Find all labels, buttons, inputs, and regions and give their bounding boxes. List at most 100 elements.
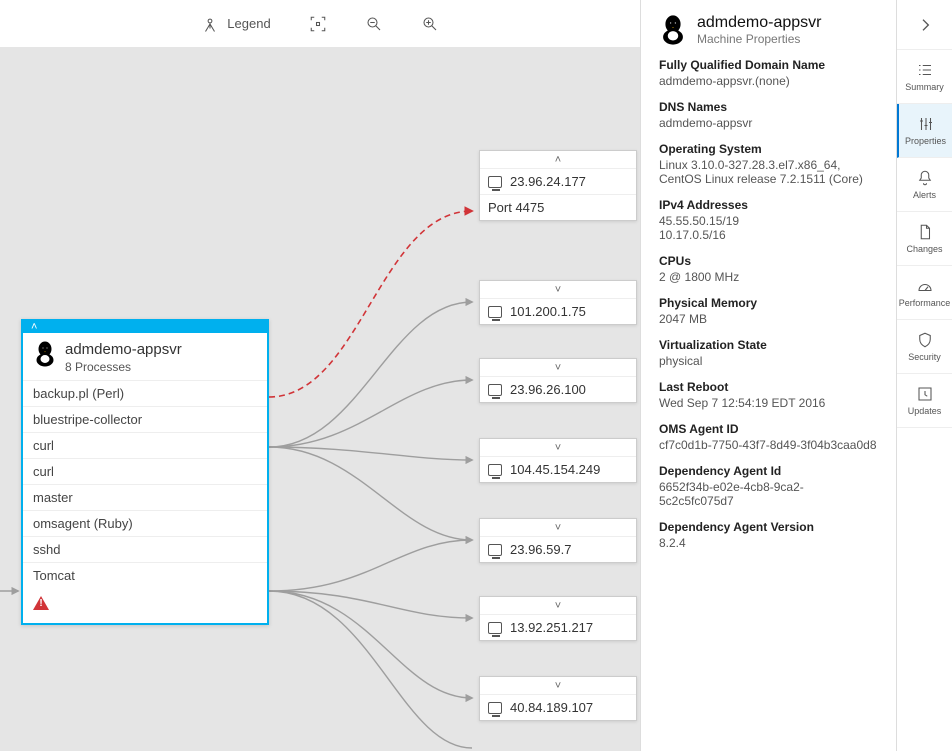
property-row: Dependency Agent Version8.2.4 bbox=[659, 520, 878, 550]
property-key: Dependency Agent Id bbox=[659, 464, 878, 478]
process-item[interactable]: curl bbox=[23, 433, 267, 459]
linux-icon bbox=[659, 14, 687, 46]
rail-tab-label: Summary bbox=[905, 82, 944, 92]
process-item[interactable]: backup.pl (Perl) bbox=[23, 381, 267, 407]
host-ip: 40.84.189.107 bbox=[510, 700, 593, 715]
process-item[interactable]: omsagent (Ruby) bbox=[23, 511, 267, 537]
host-toggle[interactable]: ˅ bbox=[480, 677, 636, 695]
property-row: Last Reboot Wed Sep 7 12:54:19 EDT 2016 bbox=[659, 380, 878, 410]
property-value: cf7c0d1b-7750-43f7-8d49-3f04b3caa0d8 bbox=[659, 438, 878, 452]
host-ip-row: 23.96.26.100 bbox=[480, 377, 636, 402]
alert-indicator[interactable] bbox=[23, 588, 267, 623]
rail-tab-security[interactable]: Security bbox=[897, 320, 952, 374]
chevron-up-icon: ˄ bbox=[31, 322, 37, 333]
rail-tab-alerts[interactable]: Alerts bbox=[897, 158, 952, 212]
process-item[interactable]: bluestripe-collector bbox=[23, 407, 267, 433]
host-toggle[interactable]: ˅ bbox=[480, 281, 636, 299]
property-value: admdemo-appsvr bbox=[659, 116, 878, 130]
shield-icon bbox=[916, 331, 934, 349]
property-row: IPv4 Addresses 45.55.50.15/19 10.17.0.5/1… bbox=[659, 198, 878, 242]
dependency-canvas[interactable]: ˄ admdemo-appsvr 8 Processes backup.pl (… bbox=[0, 48, 640, 751]
chevron-up-icon: ˄ bbox=[555, 154, 561, 166]
zoom-in-button[interactable] bbox=[411, 0, 449, 48]
chevron-right-icon bbox=[917, 17, 933, 33]
host-ip-row: 104.45.154.249 bbox=[480, 457, 636, 482]
properties-panel: admdemo-appsvr Machine Properties Fully … bbox=[640, 0, 896, 751]
process-item[interactable]: curl bbox=[23, 459, 267, 485]
host-toggle[interactable]: ˅ bbox=[480, 359, 636, 377]
host-ip: 104.45.154.249 bbox=[510, 462, 600, 477]
property-row: Physical Memory2047 MB bbox=[659, 296, 878, 326]
property-key: DNS Names bbox=[659, 100, 878, 114]
linux-icon bbox=[33, 341, 57, 367]
rail-tab-label: Security bbox=[908, 352, 941, 362]
machine-process-count: 8 Processes bbox=[65, 360, 182, 374]
property-row: Fully Qualified Domain Nameadmdemo-appsv… bbox=[659, 58, 878, 88]
rail-tab-label: Properties bbox=[905, 136, 946, 146]
monitor-icon bbox=[488, 702, 502, 714]
property-row: Operating SystemLinux 3.10.0-327.28.3.el… bbox=[659, 142, 878, 186]
host-toggle[interactable]: ˅ bbox=[480, 597, 636, 615]
host-ip: 13.92.251.217 bbox=[510, 620, 593, 635]
zoom-out-button[interactable] bbox=[355, 0, 393, 48]
host-toggle[interactable]: ˄ bbox=[480, 151, 636, 169]
properties-list: Fully Qualified Domain Nameadmdemo-appsv… bbox=[659, 58, 878, 550]
host-ip: 23.96.26.100 bbox=[510, 382, 586, 397]
host-ip: 23.96.59.7 bbox=[510, 542, 571, 557]
side-rail: Summary Properties Alerts Changes Performanc… bbox=[896, 0, 952, 751]
zoom-in-icon bbox=[421, 15, 439, 33]
host-ip-row: 23.96.24.177 bbox=[480, 169, 636, 194]
collapse-panel-button[interactable] bbox=[897, 0, 952, 50]
remote-host[interactable]: ˅ 23.96.26.100 bbox=[479, 358, 637, 403]
host-port-row[interactable]: Port 4475 bbox=[480, 194, 636, 220]
property-value: Wed Sep 7 12:54:19 EDT 2016 bbox=[659, 396, 878, 410]
rail-tab-label: Alerts bbox=[913, 190, 936, 200]
machine-card-collapse[interactable]: ˄ bbox=[23, 321, 267, 333]
property-value: 2 @ 1800 MHz bbox=[659, 270, 878, 284]
monitor-icon bbox=[488, 384, 502, 396]
host-ip-row: 13.92.251.217 bbox=[480, 615, 636, 640]
property-value: physical bbox=[659, 354, 878, 368]
property-key: Operating System bbox=[659, 142, 878, 156]
property-key: IPv4 Addresses bbox=[659, 198, 878, 212]
rail-tab-summary[interactable]: Summary bbox=[897, 50, 952, 104]
remote-host[interactable]: ˅ 104.45.154.249 bbox=[479, 438, 637, 483]
rail-tab-performance[interactable]: Performance bbox=[897, 266, 952, 320]
rail-tab-updates[interactable]: Updates bbox=[897, 374, 952, 428]
remote-host[interactable]: ˅ 23.96.59.7 bbox=[479, 518, 637, 563]
remote-host[interactable]: ˅ 40.84.189.107 bbox=[479, 676, 637, 721]
bell-icon bbox=[916, 169, 934, 187]
monitor-icon bbox=[488, 464, 502, 476]
fit-button[interactable] bbox=[299, 0, 337, 48]
rail-tab-properties[interactable]: Properties bbox=[897, 104, 952, 158]
gauge-icon bbox=[916, 277, 934, 295]
host-toggle[interactable]: ˅ bbox=[480, 439, 636, 457]
property-key: Last Reboot bbox=[659, 380, 878, 394]
remote-host[interactable]: ˅101.200.1.75 bbox=[479, 280, 637, 325]
remote-host[interactable]: ˅ 13.92.251.217 bbox=[479, 596, 637, 641]
process-item[interactable]: master bbox=[23, 485, 267, 511]
list-icon bbox=[916, 61, 934, 79]
machine-card[interactable]: ˄ admdemo-appsvr 8 Processes backup.pl (… bbox=[21, 319, 269, 625]
rail-tab-changes[interactable]: Changes bbox=[897, 212, 952, 266]
monitor-icon bbox=[488, 544, 502, 556]
monitor-icon bbox=[488, 622, 502, 634]
chevron-down-icon: ˅ bbox=[555, 522, 561, 534]
legend-button[interactable]: Legend bbox=[191, 0, 280, 48]
remote-host[interactable]: ˄ 23.96.24.177 Port 4475 bbox=[479, 150, 637, 221]
process-list: backup.pl (Perl)bluestripe-collectorcurl… bbox=[23, 380, 267, 588]
property-value: 6652f34b-e02e-4cb8-9ca2-5c2c5fc075d7 bbox=[659, 480, 878, 508]
host-ip-row: 101.200.1.75 bbox=[480, 299, 636, 324]
host-ip-row: 40.84.189.107 bbox=[480, 695, 636, 720]
toolbar: Legend bbox=[0, 0, 640, 48]
property-row: Dependency Agent Id 6652f34b-e02e-4cb8-9c… bbox=[659, 464, 878, 508]
property-value: 45.55.50.15/19 10.17.0.5/16 bbox=[659, 214, 878, 242]
process-item[interactable]: sshd bbox=[23, 537, 267, 563]
host-ip: 23.96.24.177 bbox=[510, 174, 586, 189]
chevron-down-icon: ˅ bbox=[555, 680, 561, 692]
rail-tab-label: Changes bbox=[906, 244, 942, 254]
process-item[interactable]: Tomcat bbox=[23, 563, 267, 588]
host-toggle[interactable]: ˅ bbox=[480, 519, 636, 537]
chevron-down-icon: ˅ bbox=[555, 600, 561, 612]
property-row: DNS Names admdemo-appsvr bbox=[659, 100, 878, 130]
